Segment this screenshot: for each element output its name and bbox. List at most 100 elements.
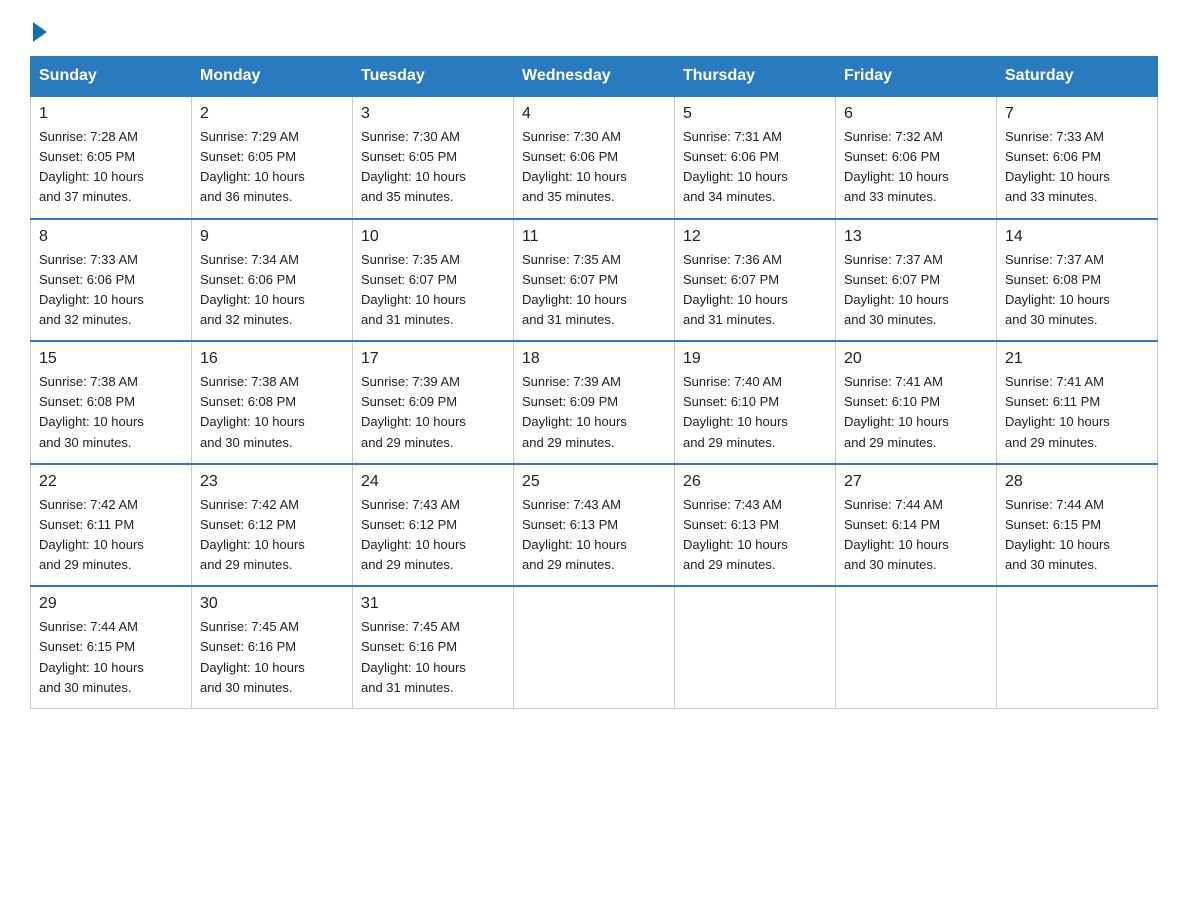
day-info: Sunrise: 7:42 AMSunset: 6:12 PMDaylight:… — [200, 495, 344, 576]
day-info: Sunrise: 7:34 AMSunset: 6:06 PMDaylight:… — [200, 250, 344, 331]
calendar-cell: 14 Sunrise: 7:37 AMSunset: 6:08 PMDayligh… — [997, 219, 1158, 342]
calendar-header-tuesday: Tuesday — [353, 57, 514, 97]
calendar-header-wednesday: Wednesday — [514, 57, 675, 97]
calendar-cell: 30 Sunrise: 7:45 AMSunset: 6:16 PMDayligh… — [192, 586, 353, 708]
day-number: 8 — [39, 228, 183, 246]
day-number: 27 — [844, 473, 988, 491]
calendar-cell: 26 Sunrise: 7:43 AMSunset: 6:13 PMDayligh… — [675, 464, 836, 587]
day-info: Sunrise: 7:40 AMSunset: 6:10 PMDaylight:… — [683, 372, 827, 453]
day-info: Sunrise: 7:35 AMSunset: 6:07 PMDaylight:… — [522, 250, 666, 331]
day-info: Sunrise: 7:39 AMSunset: 6:09 PMDaylight:… — [361, 372, 505, 453]
calendar-week-row-2: 15 Sunrise: 7:38 AMSunset: 6:08 PMDayligh… — [31, 341, 1158, 464]
calendar-cell — [514, 586, 675, 708]
day-info: Sunrise: 7:43 AMSunset: 6:13 PMDaylight:… — [683, 495, 827, 576]
calendar-cell: 21 Sunrise: 7:41 AMSunset: 6:11 PMDayligh… — [997, 341, 1158, 464]
calendar-header-friday: Friday — [836, 57, 997, 97]
day-info: Sunrise: 7:30 AMSunset: 6:05 PMDaylight:… — [361, 127, 505, 208]
day-number: 6 — [844, 105, 988, 123]
calendar-cell: 1Sunrise: 7:28 AMSunset: 6:05 PMDaylight… — [31, 96, 192, 219]
day-info: Sunrise: 7:38 AMSunset: 6:08 PMDaylight:… — [39, 372, 183, 453]
day-number: 7 — [1005, 105, 1149, 123]
day-number: 30 — [200, 595, 344, 613]
calendar-cell: 20 Sunrise: 7:41 AMSunset: 6:10 PMDayligh… — [836, 341, 997, 464]
day-number: 13 — [844, 228, 988, 246]
day-info: Sunrise: 7:36 AMSunset: 6:07 PMDaylight:… — [683, 250, 827, 331]
calendar-cell: 8 Sunrise: 7:33 AMSunset: 6:06 PMDaylight… — [31, 219, 192, 342]
calendar-table: SundayMondayTuesdayWednesdayThursdayFrid… — [30, 56, 1158, 709]
day-info: Sunrise: 7:44 AMSunset: 6:14 PMDaylight:… — [844, 495, 988, 576]
day-number: 14 — [1005, 228, 1149, 246]
day-info: Sunrise: 7:29 AMSunset: 6:05 PMDaylight:… — [200, 127, 344, 208]
calendar-cell: 15 Sunrise: 7:38 AMSunset: 6:08 PMDayligh… — [31, 341, 192, 464]
day-info: Sunrise: 7:38 AMSunset: 6:08 PMDaylight:… — [200, 372, 344, 453]
logo-arrow-icon — [33, 22, 47, 42]
day-number: 9 — [200, 228, 344, 246]
calendar-cell: 10 Sunrise: 7:35 AMSunset: 6:07 PMDayligh… — [353, 219, 514, 342]
calendar-cell: 27 Sunrise: 7:44 AMSunset: 6:14 PMDayligh… — [836, 464, 997, 587]
calendar-header-row: SundayMondayTuesdayWednesdayThursdayFrid… — [31, 57, 1158, 97]
day-number: 22 — [39, 473, 183, 491]
day-number: 20 — [844, 350, 988, 368]
calendar-header-thursday: Thursday — [675, 57, 836, 97]
calendar-cell: 11 Sunrise: 7:35 AMSunset: 6:07 PMDayligh… — [514, 219, 675, 342]
calendar-cell: 17 Sunrise: 7:39 AMSunset: 6:09 PMDayligh… — [353, 341, 514, 464]
day-info: Sunrise: 7:30 AMSunset: 6:06 PMDaylight:… — [522, 127, 666, 208]
day-number: 26 — [683, 473, 827, 491]
day-info: Sunrise: 7:37 AMSunset: 6:08 PMDaylight:… — [1005, 250, 1149, 331]
day-info: Sunrise: 7:31 AMSunset: 6:06 PMDaylight:… — [683, 127, 827, 208]
calendar-cell: 6 Sunrise: 7:32 AMSunset: 6:06 PMDaylight… — [836, 96, 997, 219]
calendar-cell: 31 Sunrise: 7:45 AMSunset: 6:16 PMDayligh… — [353, 586, 514, 708]
day-info: Sunrise: 7:35 AMSunset: 6:07 PMDaylight:… — [361, 250, 505, 331]
day-number: 3 — [361, 105, 505, 123]
calendar-cell: 9 Sunrise: 7:34 AMSunset: 6:06 PMDaylight… — [192, 219, 353, 342]
calendar-cell: 3 Sunrise: 7:30 AMSunset: 6:05 PMDaylight… — [353, 96, 514, 219]
day-info: Sunrise: 7:41 AMSunset: 6:10 PMDaylight:… — [844, 372, 988, 453]
calendar-cell: 23 Sunrise: 7:42 AMSunset: 6:12 PMDayligh… — [192, 464, 353, 587]
page-header — [30, 20, 1158, 38]
calendar-cell: 25Sunrise: 7:43 AMSunset: 6:13 PMDayligh… — [514, 464, 675, 587]
day-info: Sunrise: 7:44 AMSunset: 6:15 PMDaylight:… — [39, 617, 183, 698]
calendar-week-row-1: 8 Sunrise: 7:33 AMSunset: 6:06 PMDaylight… — [31, 219, 1158, 342]
calendar-header-sunday: Sunday — [31, 57, 192, 97]
calendar-cell: 29 Sunrise: 7:44 AMSunset: 6:15 PMDayligh… — [31, 586, 192, 708]
day-info: Sunrise: 7:45 AMSunset: 6:16 PMDaylight:… — [361, 617, 505, 698]
day-info: Sunrise: 7:28 AMSunset: 6:05 PMDaylight:… — [39, 127, 183, 208]
day-number: 23 — [200, 473, 344, 491]
calendar-cell — [836, 586, 997, 708]
day-info: Sunrise: 7:42 AMSunset: 6:11 PMDaylight:… — [39, 495, 183, 576]
calendar-cell: 5 Sunrise: 7:31 AMSunset: 6:06 PMDaylight… — [675, 96, 836, 219]
calendar-header-saturday: Saturday — [997, 57, 1158, 97]
day-number: 15 — [39, 350, 183, 368]
day-info: Sunrise: 7:45 AMSunset: 6:16 PMDaylight:… — [200, 617, 344, 698]
day-info: Sunrise: 7:33 AMSunset: 6:06 PMDaylight:… — [1005, 127, 1149, 208]
day-number: 19 — [683, 350, 827, 368]
day-info: Sunrise: 7:32 AMSunset: 6:06 PMDaylight:… — [844, 127, 988, 208]
calendar-cell: 19 Sunrise: 7:40 AMSunset: 6:10 PMDayligh… — [675, 341, 836, 464]
calendar-cell: 18 Sunrise: 7:39 AMSunset: 6:09 PMDayligh… — [514, 341, 675, 464]
day-info: Sunrise: 7:33 AMSunset: 6:06 PMDaylight:… — [39, 250, 183, 331]
day-number: 2 — [200, 105, 344, 123]
calendar-cell — [675, 586, 836, 708]
day-number: 31 — [361, 595, 505, 613]
calendar-cell: 2 Sunrise: 7:29 AMSunset: 6:05 PMDaylight… — [192, 96, 353, 219]
day-info: Sunrise: 7:43 AMSunset: 6:12 PMDaylight:… — [361, 495, 505, 576]
day-number: 18 — [522, 350, 666, 368]
calendar-week-row-0: 1Sunrise: 7:28 AMSunset: 6:05 PMDaylight… — [31, 96, 1158, 219]
day-number: 21 — [1005, 350, 1149, 368]
day-number: 25 — [522, 473, 666, 491]
day-number: 17 — [361, 350, 505, 368]
calendar-cell — [997, 586, 1158, 708]
day-number: 28 — [1005, 473, 1149, 491]
day-number: 10 — [361, 228, 505, 246]
calendar-header-monday: Monday — [192, 57, 353, 97]
day-number: 24 — [361, 473, 505, 491]
day-number: 5 — [683, 105, 827, 123]
day-info: Sunrise: 7:39 AMSunset: 6:09 PMDaylight:… — [522, 372, 666, 453]
day-number: 11 — [522, 228, 666, 246]
day-info: Sunrise: 7:41 AMSunset: 6:11 PMDaylight:… — [1005, 372, 1149, 453]
logo — [30, 20, 47, 38]
calendar-cell: 12Sunrise: 7:36 AMSunset: 6:07 PMDayligh… — [675, 219, 836, 342]
day-number: 29 — [39, 595, 183, 613]
day-info: Sunrise: 7:44 AMSunset: 6:15 PMDaylight:… — [1005, 495, 1149, 576]
calendar-week-row-3: 22 Sunrise: 7:42 AMSunset: 6:11 PMDayligh… — [31, 464, 1158, 587]
